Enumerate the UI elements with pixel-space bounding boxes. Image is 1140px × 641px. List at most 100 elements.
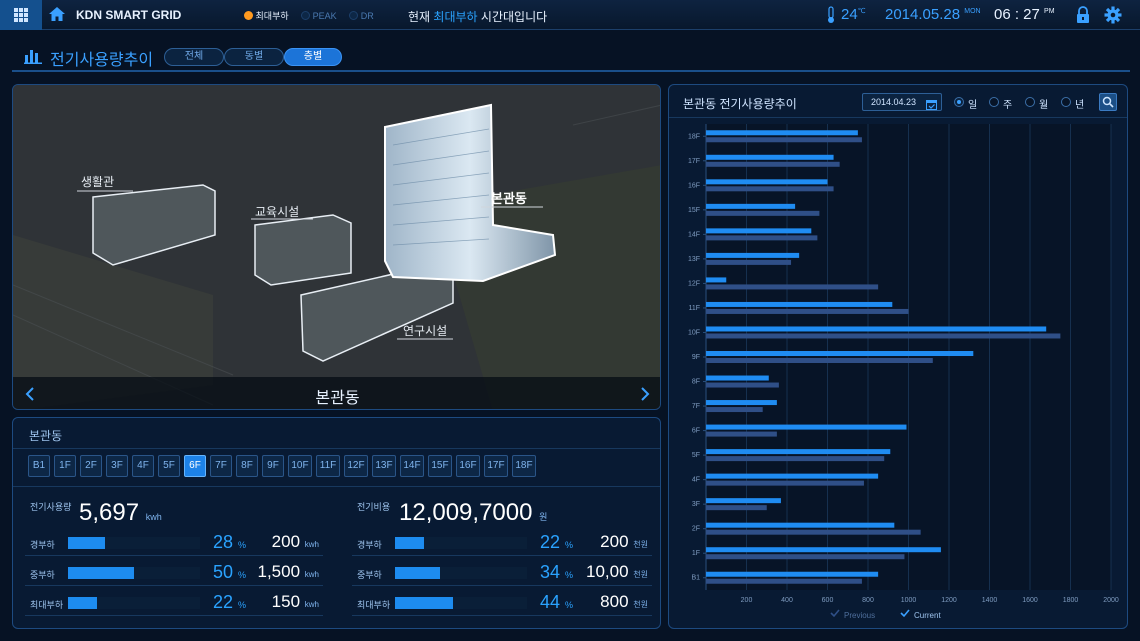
floor-button-14f[interactable]: 14F	[400, 455, 424, 477]
bar-current	[706, 228, 812, 234]
x-tick-label: 2000	[1103, 597, 1119, 604]
education-facility-outline[interactable]	[254, 214, 352, 286]
cost-load-bar-fill	[395, 537, 425, 549]
bar-previous	[706, 186, 834, 192]
map-label-education: 교육시설	[255, 205, 299, 219]
lock-icon[interactable]	[1075, 6, 1091, 24]
search-button[interactable]	[1099, 93, 1117, 111]
floor-button-11f[interactable]: 11F	[316, 455, 340, 477]
usage-total-unit: kwh	[145, 512, 162, 522]
floor-button-13f[interactable]: 13F	[372, 455, 396, 477]
floor-button-5f[interactable]: 5F	[158, 455, 180, 477]
x-tick-label: 800	[862, 597, 874, 604]
usage-row: 최대부하 22 % 150 kwh	[25, 590, 323, 616]
floor-button-8f[interactable]: 8F	[236, 455, 258, 477]
percent-unit: %	[238, 570, 247, 580]
usage-row-value: 1,500 kwh	[257, 562, 319, 582]
x-tick-label: 600	[822, 597, 834, 604]
radio-icon[interactable]	[989, 97, 999, 107]
bar-current	[706, 301, 893, 307]
bar-chart-icon	[24, 48, 42, 64]
floor-button-9f[interactable]: 9F	[262, 455, 284, 477]
cost-load-bar-track	[395, 537, 527, 549]
x-tick-label: 1400	[982, 597, 998, 604]
floor-button-4f[interactable]: 4F	[132, 455, 154, 477]
temperature: 24℃	[841, 6, 866, 23]
cost-row-value: 10,00 천원	[586, 562, 648, 582]
time-display: 06 : 27 PM	[994, 6, 1055, 23]
cost-row-label: 중부하	[357, 570, 382, 580]
floor-button-b1[interactable]: B1	[28, 455, 50, 477]
bar-previous	[706, 308, 909, 314]
section-header: 전기사용량추이 전체 동별 층별	[12, 44, 1130, 72]
floor-button-15f[interactable]: 15F	[428, 455, 452, 477]
floor-button-7f[interactable]: 7F	[210, 455, 232, 477]
row-value: 1,500	[257, 562, 301, 581]
tab-by-building[interactable]: 동별	[224, 48, 284, 66]
period-option-0[interactable]: 일	[954, 96, 986, 111]
period-option-1[interactable]: 주	[989, 96, 1021, 111]
period-option-3[interactable]: 년	[1061, 96, 1093, 111]
settings-gear-icon[interactable]	[1104, 6, 1122, 24]
y-tick-label: 11F	[688, 305, 700, 312]
floor-button-6f[interactable]: 6F	[184, 455, 206, 477]
next-building-chevron-icon[interactable]	[638, 386, 652, 402]
floor-detail-panel: 본관동 B1 1F 2F 3F 4F 5F 6F 7F 8F 9F 10F 11F 12F 13F 14F 1…	[12, 417, 661, 629]
y-tick-label: 18F	[688, 133, 700, 140]
y-tick-label: 14F	[688, 231, 700, 238]
calendar-icon[interactable]	[926, 97, 937, 115]
floor-button-18f[interactable]: 18F	[512, 455, 536, 477]
floor-button-17f[interactable]: 17F	[484, 455, 508, 477]
bar-previous	[706, 554, 905, 560]
grid-menu-icon[interactable]	[0, 0, 42, 30]
bar-previous	[706, 382, 779, 388]
cost-row: 중부하 34 % 10,00 천원	[352, 560, 652, 586]
cost-load-bar-track	[395, 567, 527, 579]
home-icon[interactable]	[48, 5, 66, 23]
radio-icon[interactable]	[1061, 97, 1071, 107]
x-tick-label: 1600	[1022, 597, 1038, 604]
floor-button-12f[interactable]: 12F	[344, 455, 368, 477]
cost-load-bar-track	[395, 597, 527, 609]
bar-previous	[706, 456, 885, 462]
row-unit: 천원	[633, 540, 648, 549]
legend-check-icon[interactable]	[900, 609, 910, 618]
percent-unit: %	[565, 540, 574, 550]
cost-row-value: 200 천원	[600, 532, 648, 552]
legend-check-icon[interactable]	[830, 609, 840, 618]
period-label: 년	[1075, 100, 1085, 111]
radio-icon[interactable]	[1025, 97, 1035, 107]
radio-dot	[957, 100, 961, 104]
usage-load-bar-track	[68, 537, 200, 549]
row-unit: kwh	[304, 600, 319, 609]
y-tick-label: 8F	[692, 379, 700, 386]
tab-by-floor[interactable]: 층별	[284, 48, 342, 66]
floor-button-16f[interactable]: 16F	[456, 455, 480, 477]
bar-current	[706, 424, 907, 430]
time-value: 06 : 27	[994, 6, 1040, 23]
floor-button-10f[interactable]: 10F	[288, 455, 312, 477]
legend-label-peak-load: 최대부하	[255, 11, 289, 21]
bar-previous	[706, 284, 879, 290]
row-unit: kwh	[304, 570, 319, 579]
map-caption-bar: 본관동	[13, 377, 660, 409]
date-value: 2014.05.28	[885, 6, 961, 23]
date-picker[interactable]: 2014.04.23	[862, 93, 942, 111]
tab-all[interactable]: 전체	[164, 48, 224, 66]
floor-button-1f[interactable]: 1F	[54, 455, 76, 477]
floor-button-3f[interactable]: 3F	[106, 455, 128, 477]
bar-current	[706, 522, 895, 528]
chart-panel: 본관동 전기사용량추이 2014.04.23 일 주 월 년 200 400 600 800…	[668, 84, 1128, 629]
ampm: PM	[1044, 8, 1055, 15]
floor-button-2f[interactable]: 2F	[80, 455, 102, 477]
aerial-campus-view: 생활관 교육시설 본관동 연구시설	[13, 85, 660, 409]
bar-current	[706, 498, 781, 504]
cost-label: 전기비용	[357, 502, 391, 512]
y-tick-label: 5F	[692, 452, 700, 459]
period-option-2[interactable]: 월	[1025, 96, 1057, 111]
y-tick-label: 12F	[688, 280, 700, 287]
percent-value: 44	[540, 592, 561, 612]
usage-total-value: 5,697	[79, 499, 140, 526]
bar-current	[706, 375, 769, 381]
temperature-value: 24	[841, 6, 858, 23]
